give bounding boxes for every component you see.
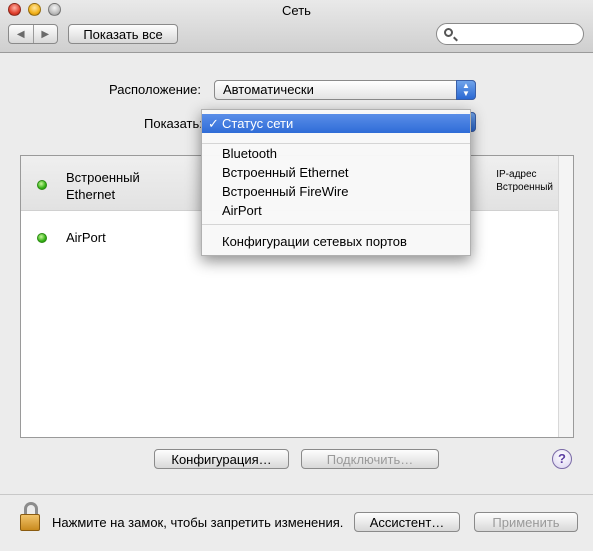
lock-icon[interactable] (18, 502, 42, 532)
service-name: Встроенный Ethernet (66, 169, 140, 203)
location-popup[interactable]: Автоматически ▲ ▼ (214, 80, 476, 100)
menu-item-port-configurations[interactable]: Конфигурации сетевых портов (202, 232, 470, 251)
service-detail: IP-адрес Встроенный (496, 168, 553, 194)
menu-item-label: Статус сети (222, 116, 294, 131)
show-popup-menu: ✓ Статус сети Bluetooth Встроенный Ether… (201, 109, 471, 256)
window-titlebar: Сеть ◀ ▶ Показать все (0, 0, 593, 53)
menu-item-builtin-firewire[interactable]: Встроенный FireWire (202, 182, 470, 201)
menu-separator (202, 224, 470, 225)
window-title: Сеть (282, 3, 311, 18)
search-icon (444, 28, 453, 37)
status-green-icon (37, 233, 47, 243)
bottom-divider (0, 494, 593, 495)
ip-address-label: IP-адрес (496, 169, 537, 180)
help-button[interactable]: ? (552, 449, 572, 469)
menu-item-builtin-ethernet[interactable]: Встроенный Ethernet (202, 163, 470, 182)
checkmark-icon: ✓ (208, 116, 219, 131)
service-detail-line2: Встроенный (496, 182, 553, 193)
show-label: Показать: (144, 116, 203, 131)
search-field[interactable] (436, 23, 584, 45)
menu-item-network-status[interactable]: ✓ Статус сети (202, 114, 470, 133)
menu-item-airport[interactable]: AirPort (202, 201, 470, 220)
apply-button[interactable]: Применить (474, 512, 578, 532)
list-scrollbar[interactable] (558, 156, 573, 437)
status-green-icon (37, 180, 47, 190)
popup-arrows-icon: ▲▼ (456, 80, 476, 100)
connect-button[interactable]: Подключить… (301, 449, 439, 469)
location-label: Расположение: (109, 82, 201, 97)
service-name-line1: Встроенный (66, 170, 140, 185)
service-name-line2: Ethernet (66, 187, 116, 202)
menu-item-bluetooth[interactable]: Bluetooth (202, 144, 470, 163)
show-all-button[interactable]: Показать все (68, 24, 178, 44)
back-arrow-icon[interactable]: ◀ (9, 25, 33, 43)
assistant-button[interactable]: Ассистент… (354, 512, 460, 532)
lock-status-text: Нажмите на замок, чтобы запретить измене… (52, 515, 344, 530)
forward-arrow-icon[interactable]: ▶ (32, 25, 58, 43)
configure-button[interactable]: Конфигурация… (154, 449, 289, 469)
back-forward-control: ◀ ▶ (8, 24, 58, 44)
location-value: Автоматически (223, 82, 314, 97)
service-name: AirPort (66, 230, 106, 245)
